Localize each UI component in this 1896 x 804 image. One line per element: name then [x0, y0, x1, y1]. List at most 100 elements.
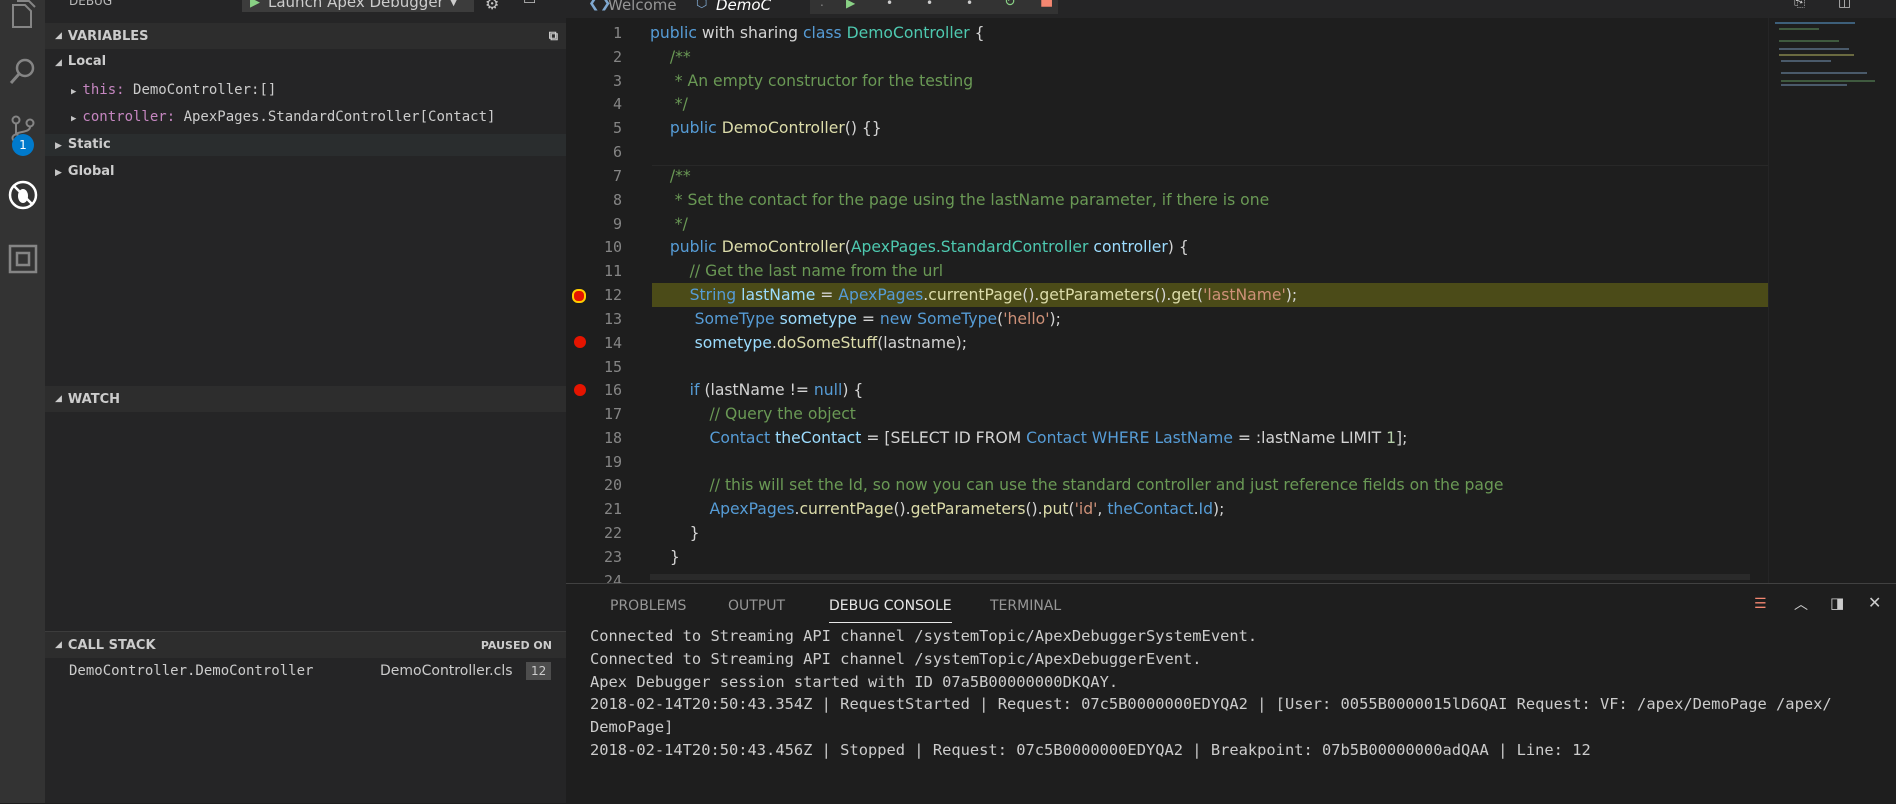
chevron-right-icon: ▶	[71, 114, 77, 124]
toggle-panel-position-icon[interactable]: ◨	[1830, 594, 1844, 612]
step-out-icon[interactable]: •	[966, 0, 973, 10]
chevron-down-icon: ◢	[55, 394, 62, 404]
line-number: 2	[612, 48, 622, 66]
breakpoint-icon[interactable]	[574, 336, 586, 348]
stack-frame-line: 12	[526, 662, 552, 680]
tab-problems[interactable]: PROBLEMS	[610, 598, 686, 622]
line-number: 19	[603, 453, 622, 471]
code-line: }	[650, 524, 700, 542]
horizontal-scrollbar[interactable]	[650, 574, 1750, 580]
chevron-down-icon: ▼	[449, 0, 458, 8]
line-number: 6	[612, 143, 622, 161]
console-line: Apex Debugger session started with ID 07…	[590, 673, 1119, 691]
code-line: }	[650, 548, 680, 566]
scope-static[interactable]: ▶ Static	[45, 134, 566, 156]
maximize-panel-icon[interactable]: ︿	[1794, 594, 1808, 614]
line-number: 8	[612, 191, 622, 209]
line-number: 21	[603, 500, 622, 518]
editor-area: ❮❯ Welcome ⬡ DemoC ⁚ ▶ • • • ↻ ■ ⎘ ◫ 1 23…	[566, 0, 1896, 583]
line-number: 12	[603, 286, 622, 304]
variable-value: ApexPages.StandardController[Contact]	[183, 109, 496, 125]
step-over-icon[interactable]: •	[886, 0, 893, 10]
code-line: * Set the contact for the page using the…	[650, 191, 1270, 209]
tab-welcome[interactable]: Welcome	[608, 0, 677, 14]
stack-frame[interactable]: DemoController.DemoController DemoContro…	[45, 660, 566, 682]
variable-row[interactable]: ▶ controller: ApexPages.StandardControlle…	[71, 106, 495, 128]
stack-frame-name: DemoController.DemoController	[69, 663, 314, 679]
line-number: 22	[603, 524, 622, 542]
close-panel-icon[interactable]: ✕	[1868, 593, 1881, 612]
console-line: DemoPage]	[590, 718, 674, 736]
variable-row[interactable]: ▶ this: DemoController:[]	[71, 79, 276, 101]
gear-icon[interactable]: ⚙	[485, 0, 499, 13]
line-number: 23	[603, 548, 622, 566]
tab-democontroller[interactable]: DemoC	[716, 0, 771, 14]
code-line: /**	[650, 167, 691, 185]
chevron-down-icon: ◢	[55, 58, 62, 68]
code-line: public DemoController() {}	[650, 119, 882, 137]
step-into-icon[interactable]: •	[926, 0, 933, 10]
code-line: if (lastName != null) {	[650, 381, 864, 399]
line-border	[652, 165, 1837, 166]
breakpoint-icon[interactable]	[574, 384, 586, 396]
collapse-all-icon[interactable]: ⧉	[549, 29, 558, 44]
variables-header[interactable]: ◢ VARIABLES ⧉	[45, 23, 566, 49]
code-line: // Get the last name from the url	[650, 262, 944, 280]
line-number: 24	[603, 572, 622, 583]
tab-output[interactable]: OUTPUT	[728, 598, 785, 622]
code-line: ApexPages.currentPage().getParameters().…	[650, 500, 1225, 518]
code-line: // Query the object	[650, 405, 856, 423]
code-line: sometype.doSomeStuff(lastname);	[650, 334, 967, 352]
file-icon: ⬡	[696, 0, 708, 11]
line-number: 20	[603, 476, 622, 494]
restart-icon[interactable]: ↻	[1004, 0, 1016, 10]
open-console-icon[interactable]: ▭	[523, 0, 536, 8]
stopped-breakpoint-icon[interactable]	[572, 289, 586, 303]
open-changes-icon[interactable]: ⎘	[1794, 0, 1805, 10]
tab-debug-console[interactable]: DEBUG CONSOLE	[829, 598, 952, 623]
launch-config-select[interactable]: ▶ Launch Apex Debugger ▼	[242, 0, 474, 12]
continue-icon[interactable]: ▶	[846, 0, 855, 10]
code-line: */	[650, 215, 688, 233]
chevron-right-icon: ▶	[55, 168, 62, 178]
scope-local[interactable]: ◢ Local	[55, 51, 106, 73]
debug-icon[interactable]	[0, 171, 45, 219]
chevron-down-icon: ◢	[55, 31, 62, 41]
split-editor-icon[interactable]: ◫	[1838, 0, 1851, 10]
callstack-title: CALL STACK	[67, 637, 156, 653]
code-line: String lastName = ApexPages.currentPage(…	[650, 286, 1298, 304]
scope-local-label: Local	[67, 54, 107, 69]
debug-sidebar: DEBUG ▶ Launch Apex Debugger ▼ ⚙ ▭ ◢ VAR…	[45, 0, 566, 803]
search-icon[interactable]	[0, 47, 45, 95]
watch-header[interactable]: ◢ WATCH	[45, 386, 566, 412]
code-line: public DemoController(ApexPages.Standard…	[650, 238, 1189, 256]
drag-handle-icon[interactable]: ⁚	[820, 0, 824, 9]
watch-title: WATCH	[67, 391, 121, 407]
line-number: 15	[603, 358, 622, 376]
tab-bar: ❮❯ Welcome ⬡ DemoC ⁚ ▶ • • • ↻ ■ ⎘ ◫	[566, 0, 1896, 18]
variable-name: this:	[82, 82, 125, 98]
bottom-panel: PROBLEMS OUTPUT DEBUG CONSOLE TERMINAL ☰…	[566, 583, 1896, 804]
code-line: public with sharing class DemoController…	[650, 24, 985, 42]
line-number: 9	[612, 215, 622, 233]
line-number: 17	[603, 405, 622, 423]
console-line: 2018-02-14T20:50:43.354Z | RequestStarte…	[590, 695, 1832, 713]
clear-console-icon[interactable]: ☰	[1754, 596, 1767, 612]
variable-value: DemoController:[]	[133, 82, 277, 98]
line-number: 11	[603, 262, 622, 280]
extensions-icon[interactable]	[0, 235, 45, 283]
start-debug-icon[interactable]: ▶	[250, 0, 260, 10]
tab-terminal[interactable]: TERMINAL	[990, 598, 1061, 622]
chevron-right-icon: ▶	[71, 87, 77, 97]
callstack-header[interactable]: ◢ CALL STACK PAUSED ON	[45, 631, 566, 658]
line-number: 1	[612, 24, 622, 42]
minimap[interactable]	[1768, 18, 1887, 583]
code-line: */	[650, 95, 688, 113]
scope-global[interactable]: ▶ Global	[55, 161, 115, 183]
code-line: /**	[650, 48, 691, 66]
explorer-icon[interactable]	[0, 0, 45, 38]
stack-frame-file: DemoController.cls	[380, 663, 513, 679]
chevron-right-icon: ▶	[55, 141, 62, 151]
line-number: 18	[603, 429, 622, 447]
stop-icon[interactable]: ■	[1040, 0, 1053, 9]
